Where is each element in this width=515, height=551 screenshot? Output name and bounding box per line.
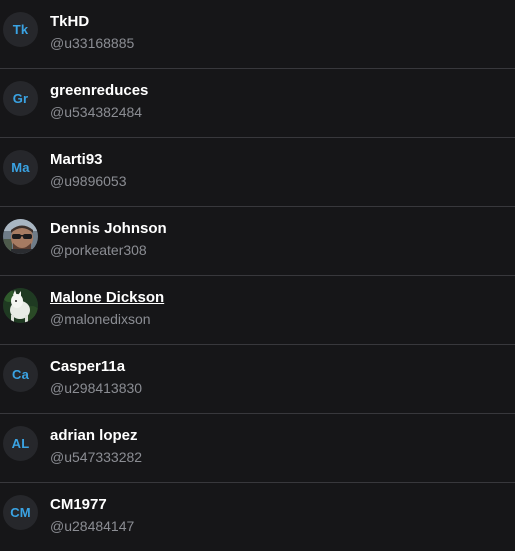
person-sunglasses-photo-icon: [3, 219, 38, 254]
user-handle: @porkeater308: [50, 242, 147, 258]
user-row[interactable]: Ca Casper11a @u298413830: [0, 345, 515, 414]
avatar[interactable]: CM: [3, 495, 38, 530]
user-row[interactable]: Dennis Johnson @porkeater308: [0, 207, 515, 276]
user-name[interactable]: Dennis Johnson: [50, 220, 167, 238]
user-row[interactable]: Gr greenreduces @u534382484: [0, 69, 515, 138]
avatar[interactable]: [3, 219, 38, 254]
user-handle: @u534382484: [50, 104, 143, 120]
user-name[interactable]: greenreduces: [50, 82, 148, 100]
user-row[interactable]: Malone Dickson @malonedixson: [0, 276, 515, 345]
user-list: Tk TkHD @u33168885 Gr greenreduces @u534…: [0, 0, 515, 551]
avatar[interactable]: AL: [3, 426, 38, 461]
user-row[interactable]: AL adrian lopez @u547333282: [0, 414, 515, 483]
user-handle: @u9896053: [50, 173, 127, 189]
avatar[interactable]: Gr: [3, 81, 38, 116]
avatar[interactable]: [3, 288, 38, 323]
avatar-initials: AL: [11, 436, 30, 451]
user-name[interactable]: Malone Dickson: [50, 289, 164, 307]
avatar[interactable]: Tk: [3, 12, 38, 47]
user-handle: @malonedixson: [50, 311, 151, 327]
user-name[interactable]: adrian lopez: [50, 427, 138, 445]
white-animal-photo-icon: [3, 288, 38, 323]
avatar-initials: Tk: [12, 22, 29, 37]
user-name[interactable]: CM1977: [50, 496, 107, 514]
avatar-initials: Ca: [11, 367, 30, 382]
user-handle: @u33168885: [50, 35, 135, 51]
user-row[interactable]: Tk TkHD @u33168885: [0, 0, 515, 69]
user-name[interactable]: Casper11a: [50, 358, 125, 376]
user-handle: @u298413830: [50, 380, 143, 396]
user-row[interactable]: CM CM1977 @u28484147: [0, 483, 515, 551]
user-name[interactable]: TkHD: [50, 13, 89, 31]
user-row[interactable]: Ma Marti93 @u9896053: [0, 138, 515, 207]
avatar-initials: CM: [10, 505, 31, 520]
avatar-initials: Ma: [11, 160, 30, 175]
avatar[interactable]: Ca: [3, 357, 38, 392]
user-handle: @u547333282: [50, 449, 143, 465]
avatar[interactable]: Ma: [3, 150, 38, 185]
user-handle: @u28484147: [50, 518, 135, 534]
avatar-initials: Gr: [12, 91, 29, 106]
user-name[interactable]: Marti93: [50, 151, 103, 169]
